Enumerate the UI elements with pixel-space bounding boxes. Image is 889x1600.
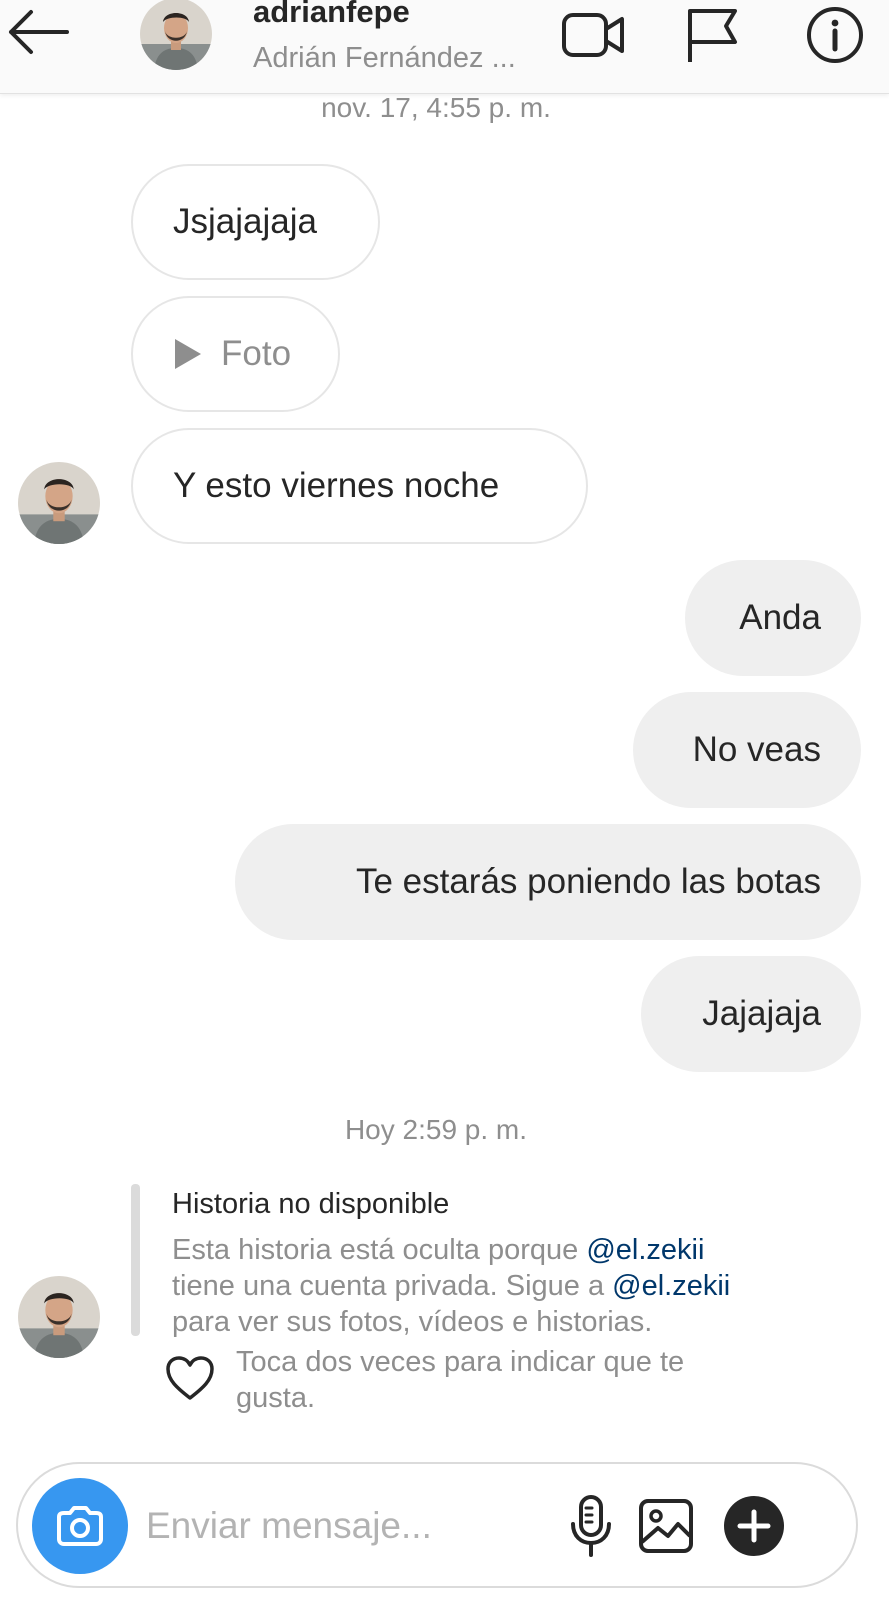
mention-link[interactable]: @el.zekii <box>586 1234 704 1266</box>
like-hint-text: Toca dos veces para indicar que te gusta… <box>236 1346 685 1414</box>
microphone-icon <box>571 1495 611 1557</box>
received-message-bubble[interactable]: Jsjajajaja <box>131 164 380 280</box>
story-unavailable-title: Historia no disponible <box>172 1188 450 1220</box>
back-arrow-icon <box>9 10 69 54</box>
message-text: Jajajaja <box>702 994 821 1033</box>
info-button[interactable] <box>800 4 870 66</box>
thread-header: adrianfepe Adrián Fernández ... <box>0 0 889 94</box>
sender-avatar[interactable] <box>18 1276 100 1358</box>
gallery-icon <box>639 1499 693 1553</box>
sender-avatar[interactable] <box>18 462 100 544</box>
play-icon <box>175 339 201 369</box>
mention-link[interactable]: @el.zekii <box>612 1270 730 1302</box>
received-message-bubble[interactable]: Y esto viernes noche <box>131 428 588 544</box>
story-text-line: tiene una cuenta privada. Sigue a <box>172 1270 613 1302</box>
back-button[interactable] <box>6 6 70 58</box>
camera-icon <box>57 1506 103 1546</box>
message-text: No veas <box>692 730 821 769</box>
video-call-button[interactable] <box>559 4 629 66</box>
dm-thread-screen: adrianfepe Adrián Fernández ... nov. 17,… <box>0 0 889 1600</box>
story-reply-bar <box>131 1184 140 1336</box>
header-avatar[interactable] <box>140 0 212 70</box>
heart-icon <box>166 1356 214 1400</box>
story-text-line: Esta historia está oculta porque <box>172 1234 587 1266</box>
voice-message-button[interactable] <box>553 1488 629 1564</box>
info-icon <box>807 7 863 63</box>
gallery-button[interactable] <box>628 1488 704 1564</box>
camera-button[interactable] <box>32 1478 128 1574</box>
sent-message-bubble[interactable]: Anda <box>685 560 861 676</box>
message-input[interactable] <box>146 1494 526 1558</box>
sent-message-bubble[interactable]: Jajajaja <box>641 956 861 1072</box>
message-text: Te estarás poniendo las botas <box>355 862 821 901</box>
plus-icon <box>724 1496 784 1556</box>
photo-message-bubble[interactable]: Foto <box>131 296 340 412</box>
report-button[interactable] <box>677 4 747 66</box>
message-text: Foto <box>221 334 292 373</box>
story-unavailable-text: Esta historia está oculta porque @el.zek… <box>172 1232 812 1340</box>
header-username[interactable]: adrianfepe <box>253 0 410 30</box>
message-text: Jsjajajaja <box>173 202 317 241</box>
header-full-name: Adrián Fernández ... <box>253 42 516 74</box>
timestamp: Hoy 2:59 p. m. <box>344 1114 528 1145</box>
like-button[interactable] <box>164 1352 216 1404</box>
sent-message-bubble[interactable]: Te estarás poniendo las botas <box>235 824 861 940</box>
sent-message-bubble[interactable]: No veas <box>633 692 861 808</box>
message-composer <box>16 1462 858 1588</box>
more-options-button[interactable] <box>716 1488 792 1564</box>
video-camera-icon <box>562 13 624 57</box>
message-text: Anda <box>739 598 821 637</box>
timestamp: nov. 17, 4:55 p. m. <box>321 92 551 123</box>
message-text: Y esto viernes noche <box>173 466 500 505</box>
flag-icon <box>688 9 737 62</box>
story-text-line: para ver sus fotos, vídeos e historias. <box>172 1306 653 1338</box>
